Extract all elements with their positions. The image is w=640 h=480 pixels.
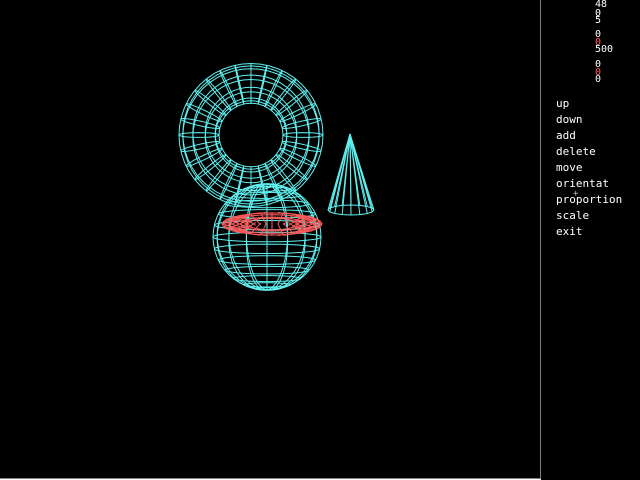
readout-5: 500 (595, 44, 614, 55)
menu-item-up[interactable]: up (556, 97, 569, 111)
cone-wireframe[interactable] (327, 133, 375, 216)
menu-item-move[interactable]: move (556, 161, 583, 175)
torus-wireframe[interactable] (178, 62, 324, 208)
3d-viewport[interactable] (0, 0, 541, 479)
menu-item-proportion[interactable]: proportion (556, 193, 622, 207)
menu-item-down[interactable]: down (556, 113, 583, 127)
sphere-wireframe[interactable] (212, 183, 322, 291)
readout-8: 0 (595, 74, 602, 85)
readout-2: 5 (595, 15, 602, 26)
menu-item-scale[interactable]: scale (556, 209, 589, 223)
menu-item-add[interactable]: add (556, 129, 576, 143)
wireframe-scene (178, 62, 375, 291)
menu-item-delete[interactable]: delete (556, 145, 596, 159)
menu-item-exit[interactable]: exit (556, 225, 583, 239)
side-panel: 48 0 5 0 0 500 0 0 0 up down add delete … (541, 0, 640, 480)
selected-ring-wireframe[interactable] (221, 211, 323, 237)
menu-item-orientat[interactable]: orientat (556, 177, 609, 191)
crosshair-icon: + (573, 189, 579, 199)
